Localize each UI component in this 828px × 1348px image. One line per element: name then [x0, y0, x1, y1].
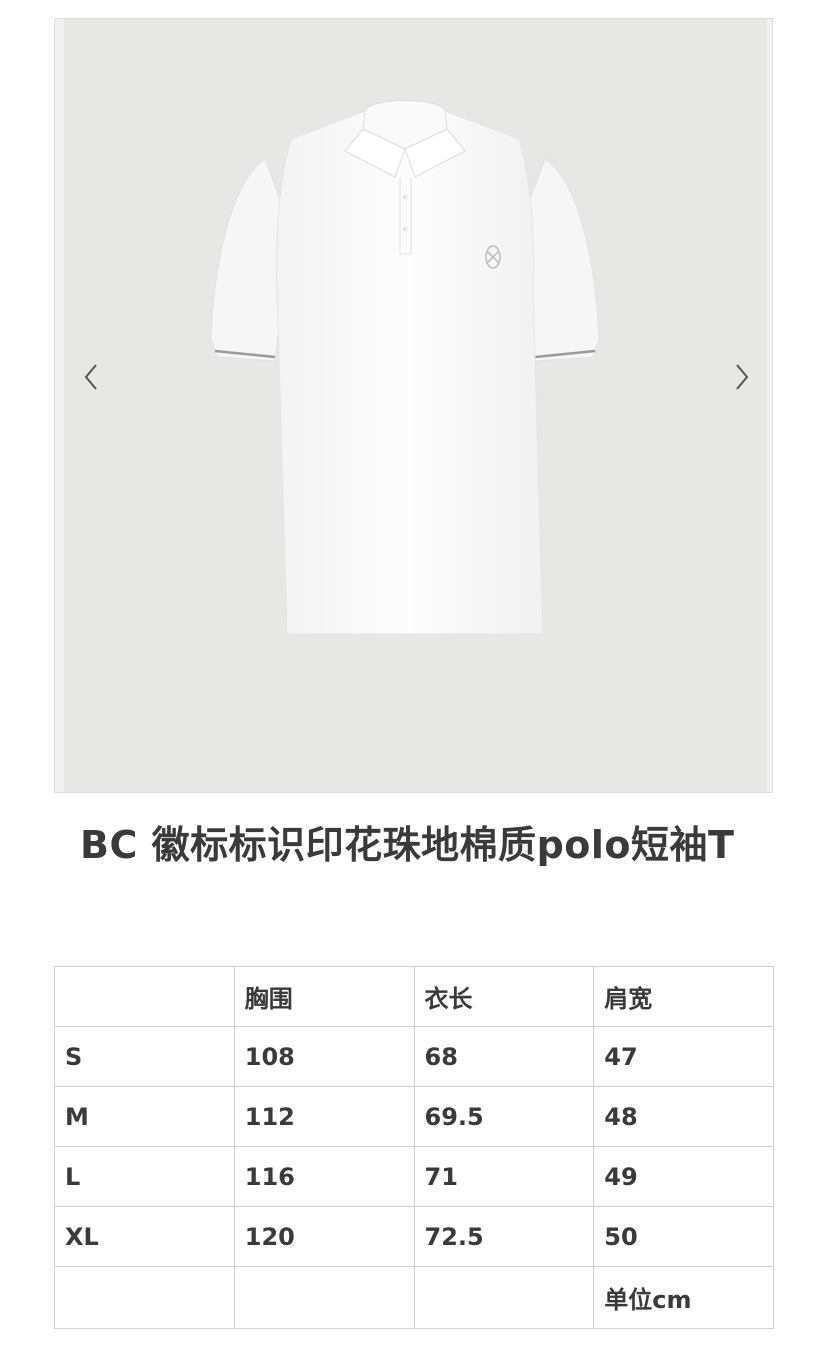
table-cell: M — [54, 1086, 235, 1147]
table-cell: 108 — [233, 1026, 415, 1087]
table-cell: 116 — [233, 1146, 415, 1207]
table-row: 单位cm — [54, 1266, 774, 1329]
table-cell: 72.5 — [413, 1206, 595, 1267]
table-cell: S — [54, 1026, 235, 1087]
unit-note: 单位cm — [593, 1266, 774, 1329]
table-header-cell: 肩宽 — [593, 966, 774, 1027]
carousel-next-button[interactable] — [724, 359, 760, 395]
table-cell — [233, 1266, 415, 1329]
carousel-left-edge — [55, 19, 64, 792]
table-cell: 50 — [593, 1206, 774, 1267]
table-row: S 108 68 47 — [54, 1026, 774, 1087]
product-title-text: BC 徽标标识印花珠地棉质polo短袖T — [80, 823, 735, 867]
table-cell: XL — [54, 1206, 235, 1267]
table-cell: 49 — [593, 1146, 774, 1207]
table-cell: L — [54, 1146, 235, 1207]
table-row: M 112 69.5 48 — [54, 1086, 774, 1147]
table-row: L 116 71 49 — [54, 1146, 774, 1207]
chevron-right-icon — [736, 364, 749, 390]
table-cell: 47 — [593, 1026, 774, 1087]
table-header-cell — [54, 966, 235, 1027]
chevron-left-icon — [84, 364, 97, 390]
table-cell: 48 — [593, 1086, 774, 1147]
table-cell: 71 — [413, 1146, 595, 1207]
table-cell: 120 — [233, 1206, 415, 1267]
table-header-row: 胸围 衣长 肩宽 — [54, 966, 774, 1027]
table-cell — [413, 1266, 595, 1329]
table-cell: 69.5 — [413, 1086, 595, 1147]
product-image — [210, 100, 600, 635]
table-cell: 112 — [233, 1086, 415, 1147]
carousel-right-edge — [767, 19, 772, 792]
table-row: XL 120 72.5 50 — [54, 1206, 774, 1267]
table-header-cell: 胸围 — [233, 966, 415, 1027]
product-title: BC 徽标标识印花珠地棉质polo短袖T — [54, 815, 774, 875]
table-cell — [54, 1266, 235, 1329]
product-image-carousel[interactable] — [54, 18, 773, 793]
table-cell: 68 — [413, 1026, 595, 1087]
table-header-cell: 衣长 — [413, 966, 595, 1027]
carousel-prev-button[interactable] — [73, 359, 109, 395]
size-chart-table: 胸围 衣长 肩宽 S 108 68 47 M 112 69.5 48 L 116… — [54, 966, 774, 1329]
